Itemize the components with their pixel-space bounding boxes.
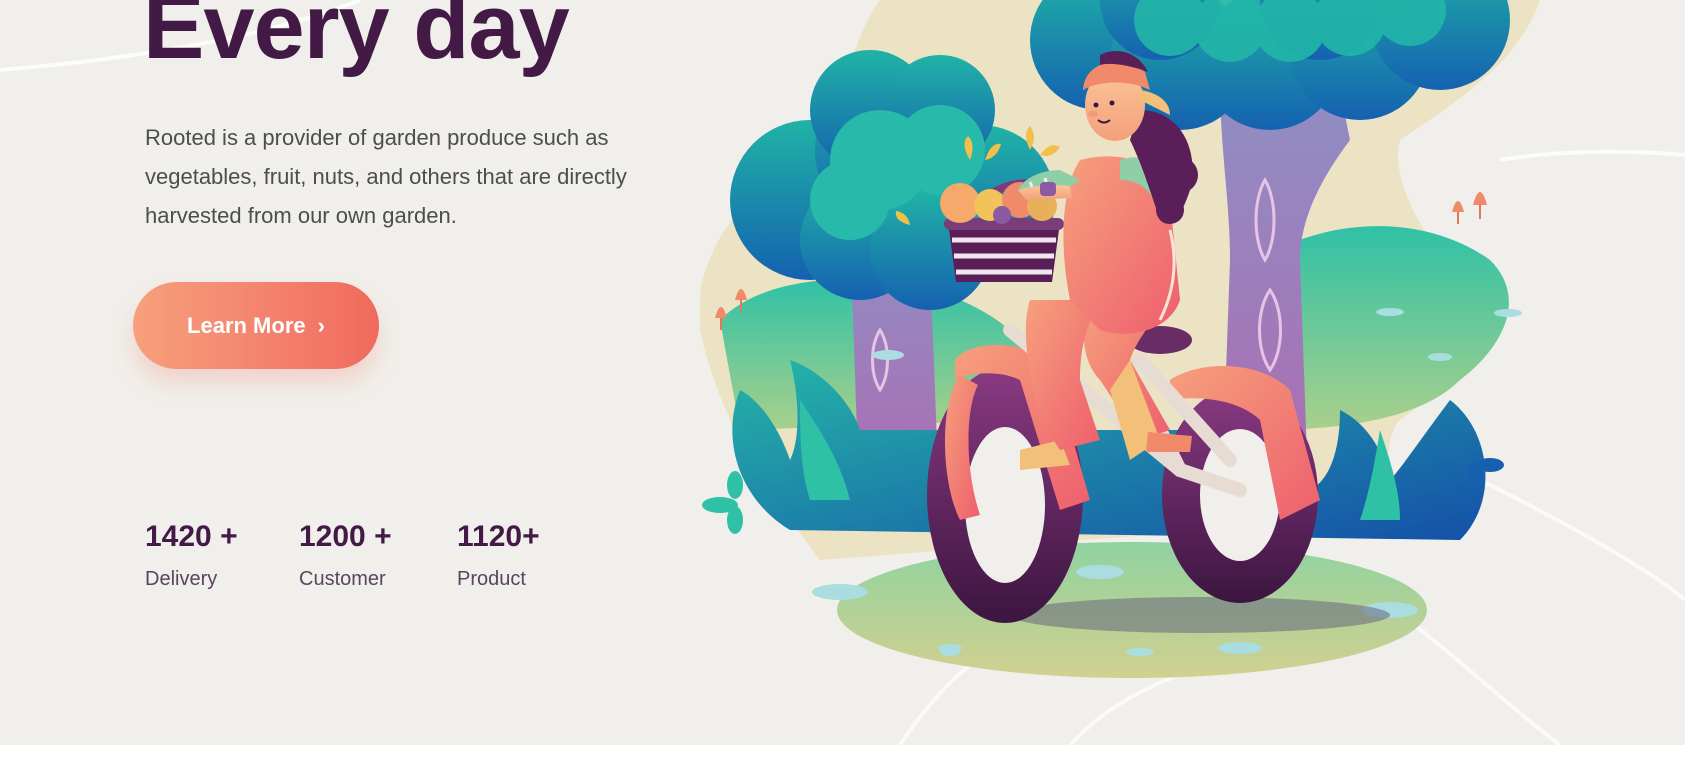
- hero-description: Rooted is a provider of garden produce s…: [145, 125, 627, 228]
- stat-label: Product: [457, 568, 526, 590]
- stat-delivery: 1420 + Delivery: [145, 520, 238, 591]
- cyclist-illustration: [700, 0, 1540, 678]
- stat-product: 1120+ Product: [457, 520, 540, 591]
- stat-value: 1420 +: [145, 520, 238, 553]
- chevron-right-icon: ›: [317, 312, 325, 338]
- stat-label: Customer: [299, 568, 386, 590]
- hero-section: Every day Rooted is a provider of garden…: [0, 0, 1685, 745]
- next-section-edge: [0, 745, 1685, 772]
- learn-more-button[interactable]: Learn More ›: [133, 282, 379, 369]
- hero-title: Every day: [143, 0, 570, 78]
- stat-value: 1200 +: [299, 520, 392, 553]
- learn-more-label: Learn More: [187, 312, 306, 338]
- stat-value: 1120+: [457, 520, 540, 553]
- stat-label: Delivery: [145, 568, 218, 590]
- stat-customer: 1200 + Customer: [299, 520, 392, 591]
